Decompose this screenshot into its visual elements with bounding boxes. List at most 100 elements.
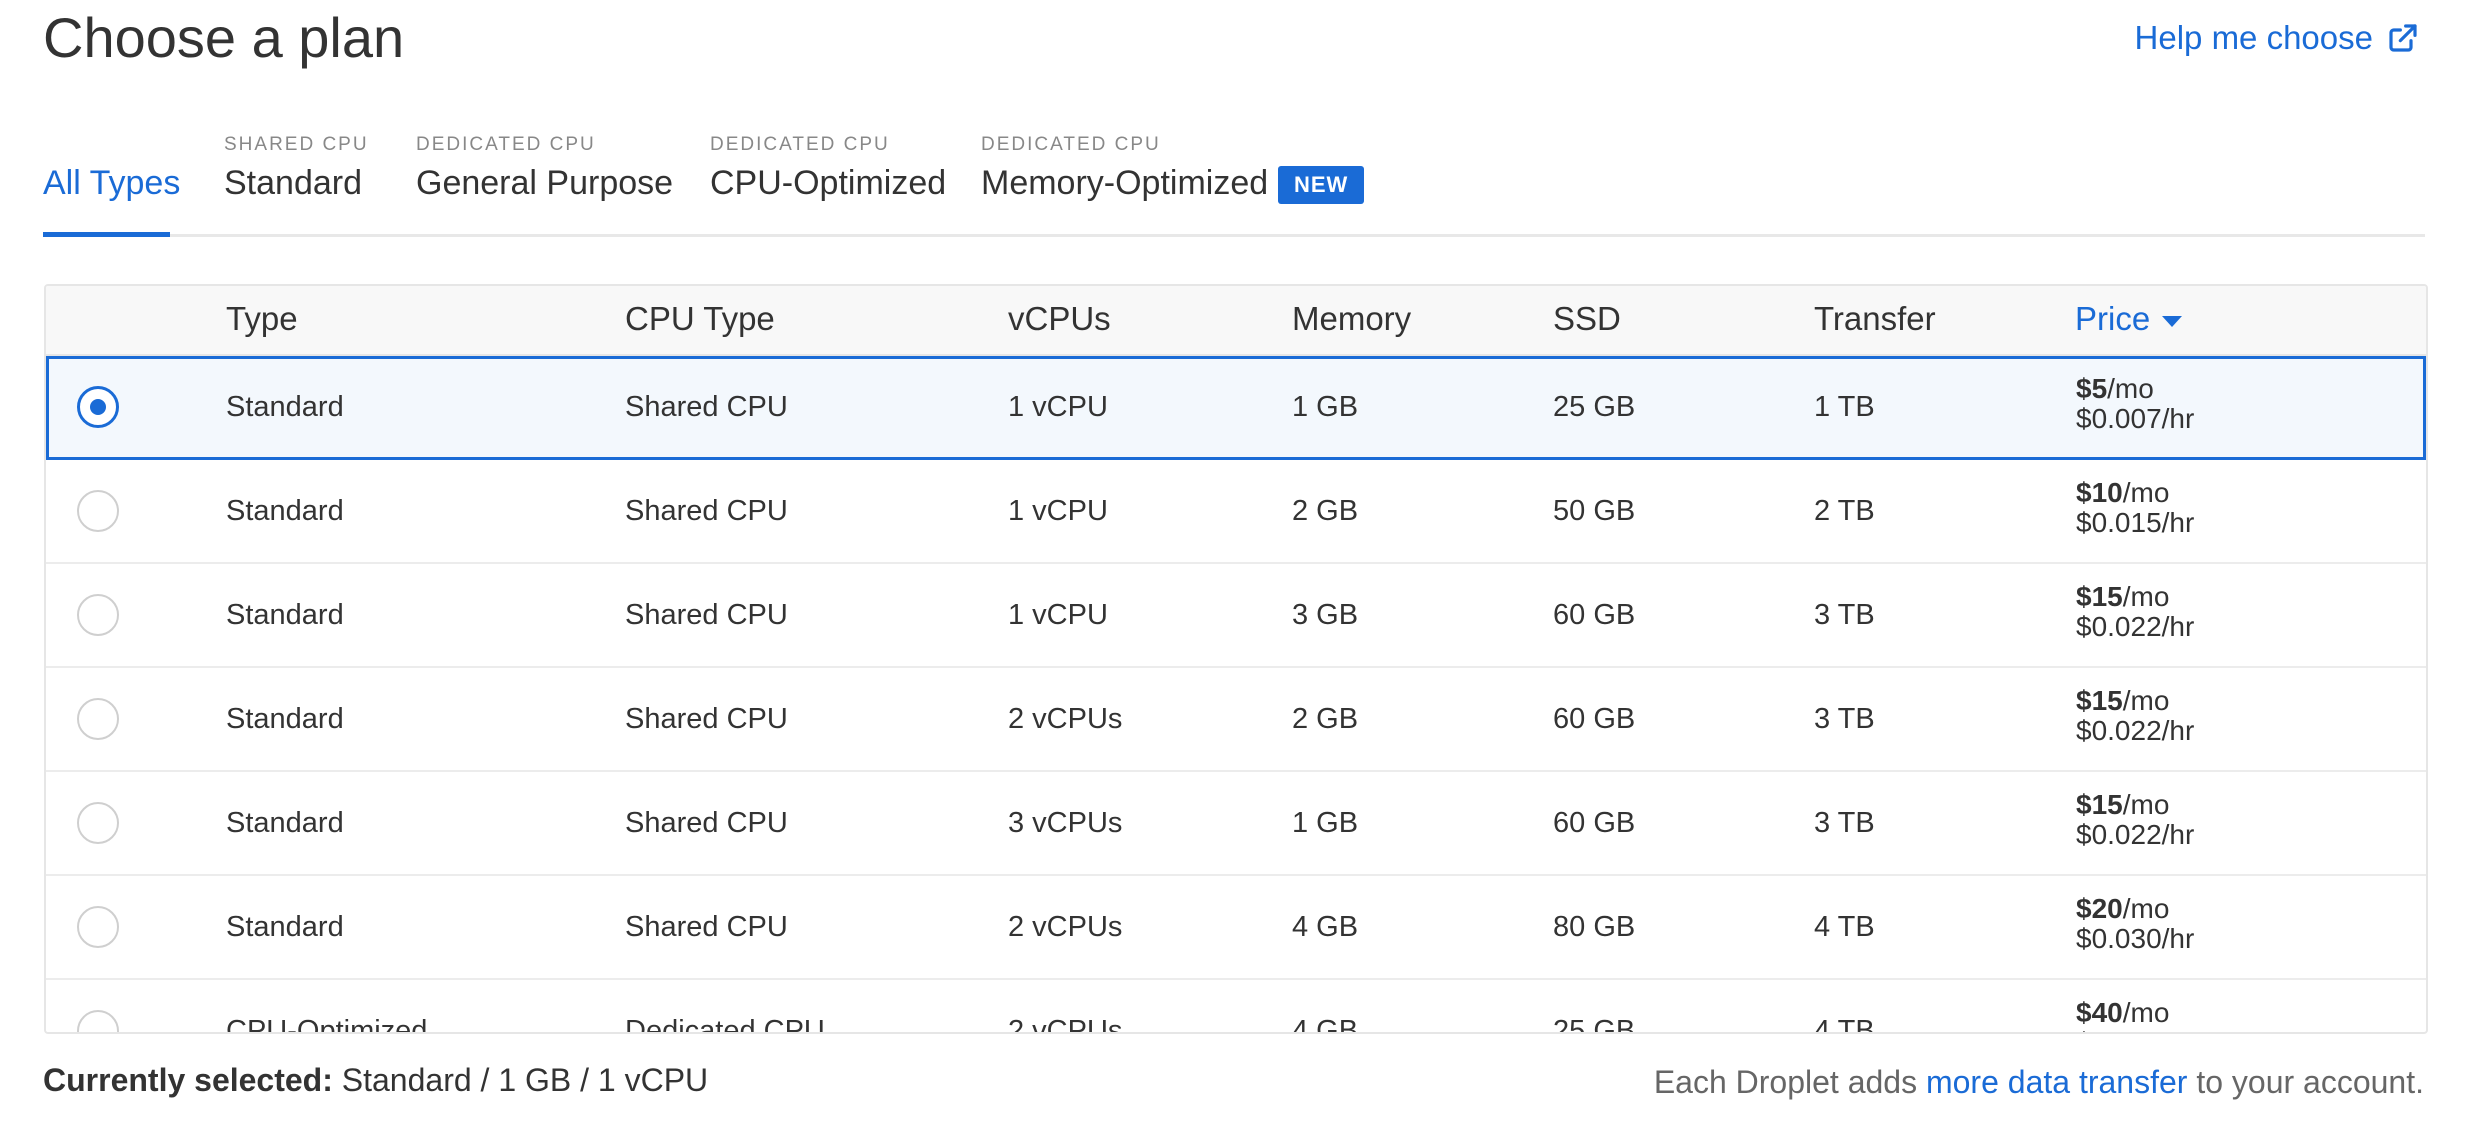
price-hourly: $0.022/hr xyxy=(2076,611,2195,642)
price-unit: /mo xyxy=(2107,373,2154,404)
price-amount: $5 xyxy=(2076,373,2108,404)
sort-descending-icon xyxy=(2162,315,2183,327)
price-amount: $15 xyxy=(2076,685,2123,716)
cell-type: Standard xyxy=(226,599,344,631)
cell-cpu-type: Shared CPU xyxy=(625,807,788,839)
plan-radio[interactable] xyxy=(77,1010,119,1032)
column-header-price[interactable]: Price xyxy=(2075,300,2183,338)
tab-label: All Types xyxy=(43,164,181,202)
cell-price: $10/mo $0.015/hr xyxy=(2076,478,2194,538)
plan-radio[interactable] xyxy=(77,594,119,636)
cell-ssd: 80 GB xyxy=(1553,911,1636,943)
more-data-transfer-link[interactable]: more data transfer xyxy=(1926,1064,2187,1100)
price-amount: $40 xyxy=(2076,997,2123,1028)
tab-cpu-optimized[interactable]: DEDICATED CPU CPU-Optimized xyxy=(710,120,946,234)
tab-eyebrow: DEDICATED CPU xyxy=(416,134,596,155)
cell-transfer: 3 TB xyxy=(1814,599,1875,631)
tab-label: Memory-Optimized xyxy=(981,164,1269,202)
note-suffix: to your account. xyxy=(2196,1064,2424,1100)
plan-radio[interactable] xyxy=(77,802,119,844)
price-monthly: $5/mo xyxy=(2076,374,2194,404)
help-me-choose-link[interactable]: Help me choose xyxy=(2135,18,2419,58)
price-unit: /mo xyxy=(2122,477,2170,508)
table-row[interactable]: Standard Shared CPU 1 vCPU 3 GB 60 GB 3 TB $15… xyxy=(46,564,2426,668)
cell-memory: 4 GB xyxy=(1292,911,1359,943)
cell-cpu-type: Shared CPU xyxy=(625,911,788,943)
table-row[interactable]: Standard Shared CPU 3 vCPUs 1 GB 60 GB 3 TB $1… xyxy=(46,772,2426,876)
price-hourly: $0.022/hr xyxy=(2076,715,2195,746)
cell-vcpus: 1 vCPU xyxy=(1008,391,1108,423)
column-header-memory[interactable]: Memory xyxy=(1292,300,1411,338)
column-header-transfer[interactable]: Transfer xyxy=(1814,300,1936,338)
cell-vcpus: 2 vCPUs xyxy=(1008,703,1123,735)
cell-type: Standard xyxy=(226,807,344,839)
tab-all-types[interactable]: All Types xyxy=(43,120,180,237)
tab-eyebrow: DEDICATED CPU xyxy=(981,134,1161,155)
column-header-cpu-type[interactable]: CPU Type xyxy=(625,300,775,338)
tab-label: General Purpose xyxy=(416,164,674,202)
cell-vcpus: 1 vCPU xyxy=(1008,599,1108,631)
cell-vcpus: 2 vCPUs xyxy=(1008,911,1123,943)
table-row[interactable]: Standard Shared CPU 1 vCPU 1 GB 25 GB 1 TB $5/… xyxy=(46,356,2426,460)
cell-cpu-type: Shared CPU xyxy=(625,599,788,631)
cell-type: Standard xyxy=(226,495,344,527)
cell-transfer: 3 TB xyxy=(1814,703,1875,735)
cell-vcpus: 1 vCPU xyxy=(1008,495,1108,527)
price-hourly: $0.015/hr xyxy=(2076,507,2195,538)
price-unit: /mo xyxy=(2122,789,2170,820)
cell-transfer: 1 TB xyxy=(1814,391,1875,423)
price-unit: /mo xyxy=(2122,581,2170,612)
price-amount: $15 xyxy=(2076,789,2123,820)
cell-memory: 3 GB xyxy=(1292,599,1359,631)
table-row[interactable]: CPU-Optimized Dedicated CPU 2 vCPUs 4 GB 25 … xyxy=(46,980,2426,1034)
price-unit: /mo xyxy=(2122,685,2170,716)
cell-ssd: 50 GB xyxy=(1553,495,1636,527)
cell-ssd: 25 GB xyxy=(1553,1015,1636,1034)
price-hourly: $0.022/hr xyxy=(2076,819,2195,850)
price-unit: /mo xyxy=(2122,997,2170,1028)
new-badge: NEW xyxy=(1278,166,1365,204)
column-header-type[interactable]: Type xyxy=(226,300,298,338)
table-header: Type CPU Type vCPUs Memory SSD Transfer … xyxy=(46,286,2426,356)
cell-memory: 2 GB xyxy=(1292,703,1359,735)
table-row[interactable]: Standard Shared CPU 2 vCPUs 4 GB 80 GB 4 TB $2… xyxy=(46,876,2426,980)
cell-price: $20/mo $0.030/hr xyxy=(2076,894,2194,954)
cell-memory: 2 GB xyxy=(1292,495,1359,527)
price-unit: /mo xyxy=(2122,893,2170,924)
column-header-ssd[interactable]: SSD xyxy=(1553,300,1621,338)
cell-price: $15/mo $0.022/hr xyxy=(2076,790,2194,850)
cell-ssd: 60 GB xyxy=(1553,599,1636,631)
plan-radio[interactable] xyxy=(77,906,119,948)
table-row[interactable]: Standard Shared CPU 2 vCPUs 2 GB 60 GB 3 TB $1… xyxy=(46,668,2426,772)
price-amount: $20 xyxy=(2076,893,2123,924)
data-transfer-note: Each Droplet adds more data transfer to … xyxy=(1654,1064,2424,1101)
note-prefix: Each Droplet adds xyxy=(1653,1064,1918,1100)
help-link-label: Help me choose xyxy=(2134,19,2373,56)
plan-radio[interactable] xyxy=(77,698,119,740)
cell-type: Standard xyxy=(226,391,344,423)
tab-standard[interactable]: SHARED CPU Standard xyxy=(224,120,374,234)
column-header-vcpus[interactable]: vCPUs xyxy=(1008,300,1111,338)
table-row[interactable]: Standard Shared CPU 1 vCPU 2 GB 50 GB 2 TB $10… xyxy=(46,460,2426,564)
plan-radio[interactable] xyxy=(77,490,119,532)
plans-table: Type CPU Type vCPUs Memory SSD Transfer … xyxy=(44,284,2428,1034)
cell-vcpus: 2 vCPUs xyxy=(1008,1015,1123,1034)
cell-type: CPU-Optimized xyxy=(226,1015,428,1034)
cell-transfer: 2 TB xyxy=(1814,495,1875,527)
current-selection: Currently selected: Standard / 1 GB / 1 … xyxy=(43,1062,708,1099)
external-link-icon xyxy=(2389,24,2417,52)
tab-eyebrow: SHARED CPU xyxy=(224,134,369,155)
cell-memory: 1 GB xyxy=(1292,391,1359,423)
tab-label: CPU-Optimized xyxy=(710,164,947,202)
price-monthly: $10/mo xyxy=(2076,478,2194,508)
price-monthly: $40/mo xyxy=(2076,998,2194,1028)
tab-general-purpose[interactable]: DEDICATED CPU General Purpose xyxy=(416,120,673,234)
cell-price: $15/mo $0.022/hr xyxy=(2076,686,2194,746)
cell-type: Standard xyxy=(226,911,344,943)
plan-page: Choose a plan Help me choose All Types S… xyxy=(0,0,2467,1147)
cell-transfer: 4 TB xyxy=(1814,1015,1875,1034)
price-hourly: $0.060/hr xyxy=(2076,1028,2194,1033)
price-amount: $15 xyxy=(2076,581,2123,612)
price-header-label: Price xyxy=(2075,300,2151,337)
plan-radio[interactable] xyxy=(77,386,119,428)
